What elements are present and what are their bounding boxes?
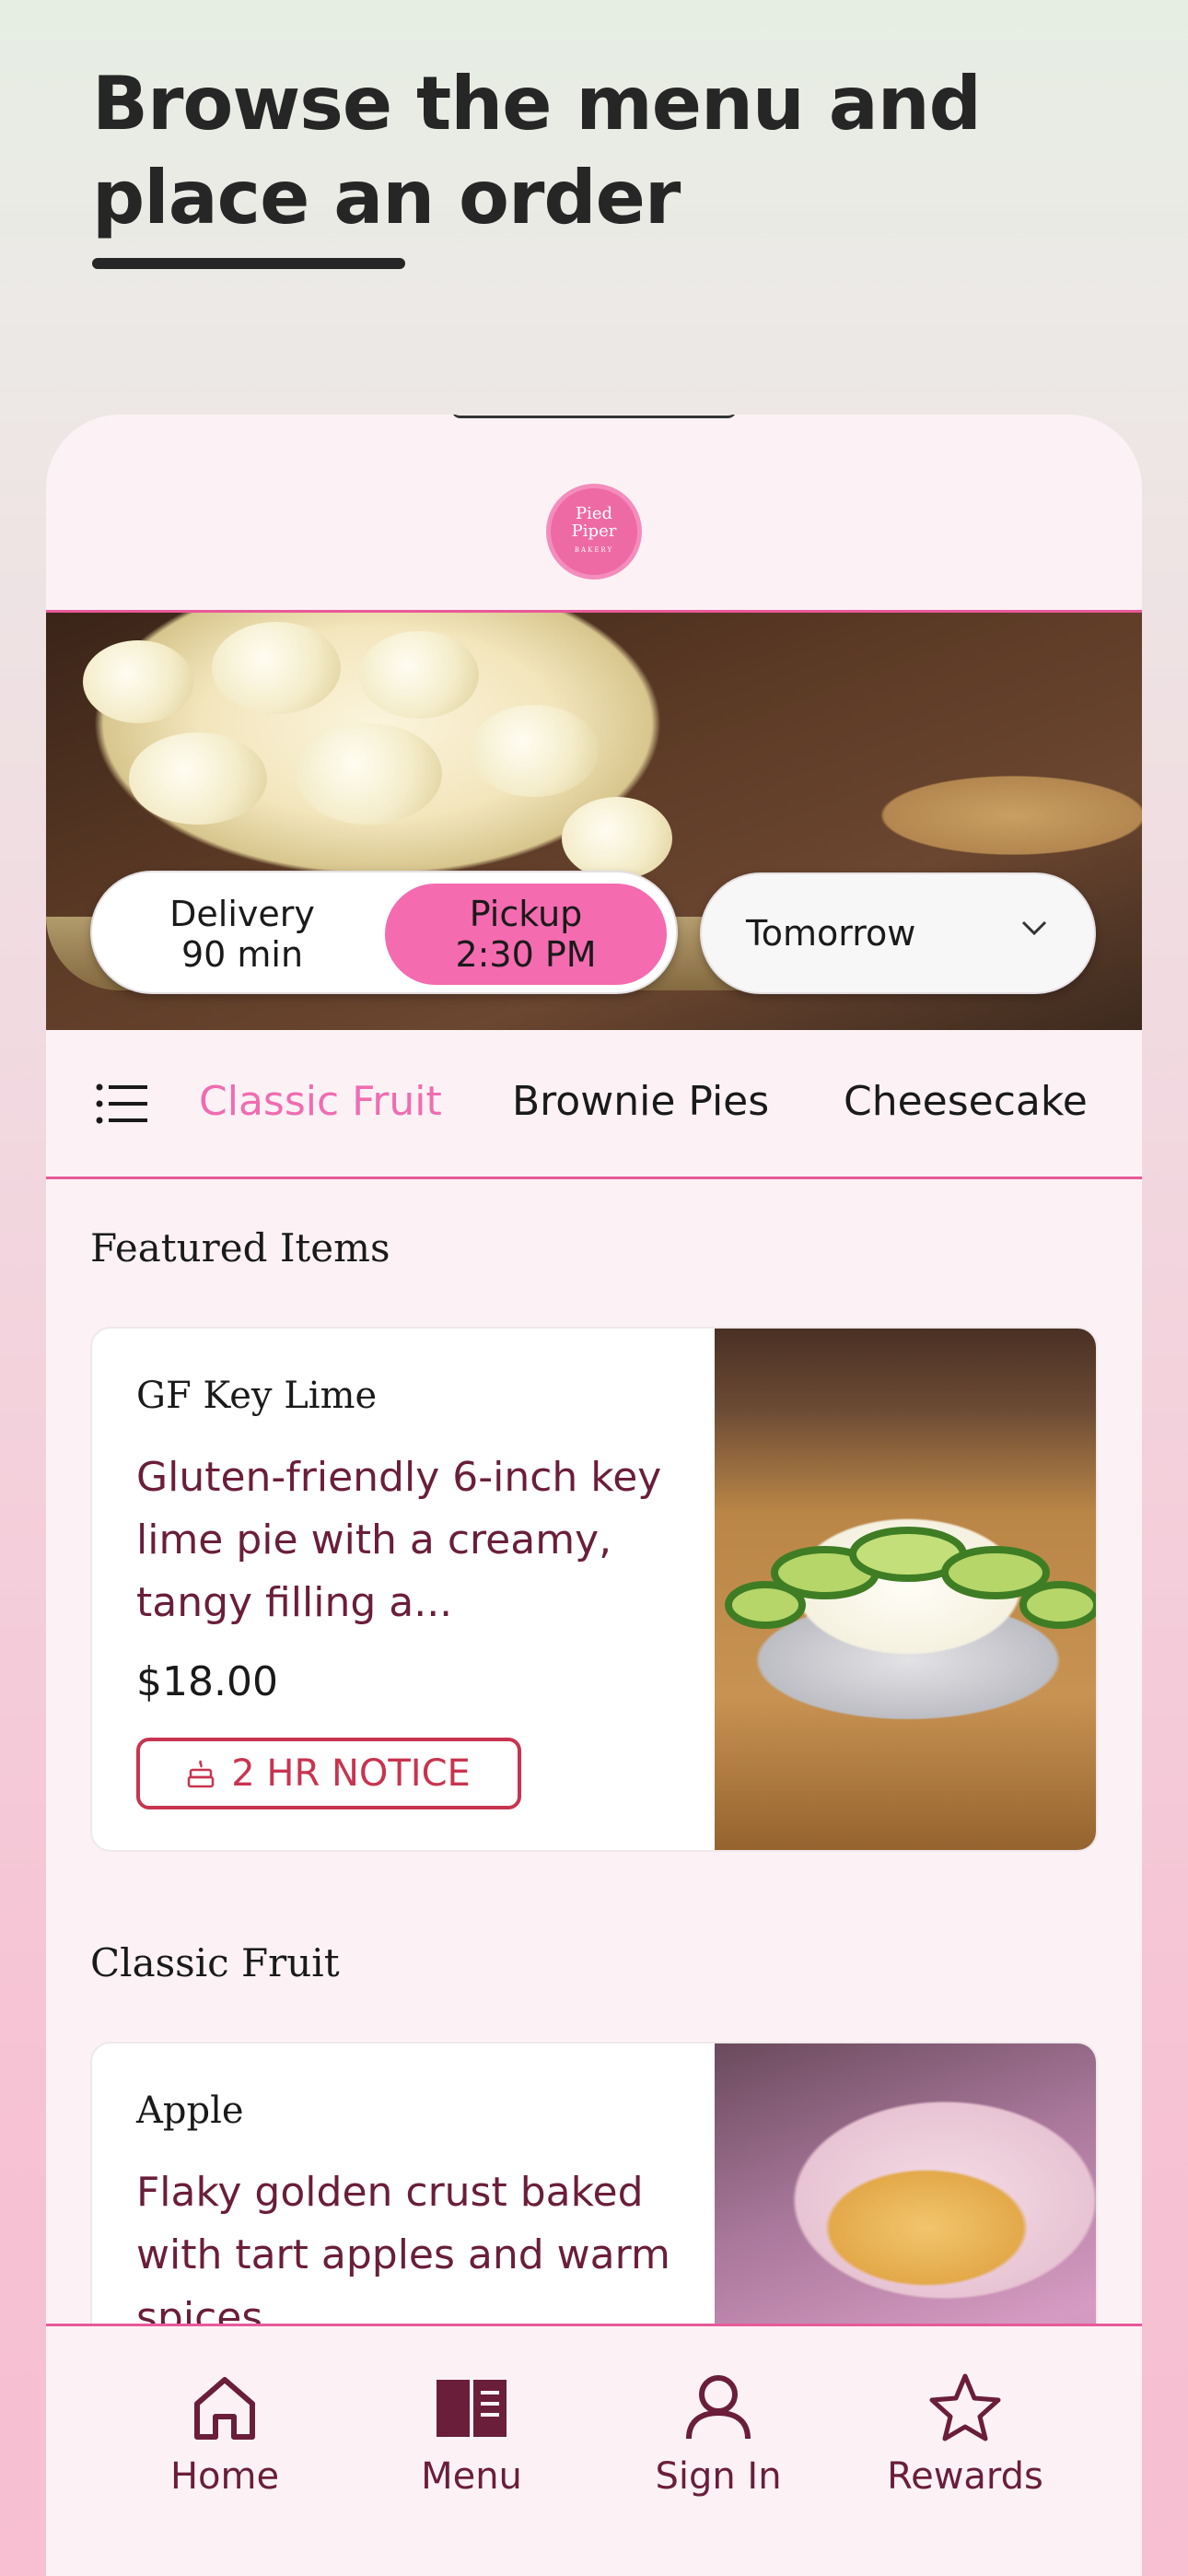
- menu-book-icon: [437, 2380, 507, 2437]
- tab-cheesecake[interactable]: Cheesecake: [844, 1078, 1088, 1125]
- notice-badge-label: 2 HR NOTICE: [231, 1752, 471, 1795]
- logo-text-1: Pied: [575, 503, 613, 523]
- hero-cream-swirl: [359, 631, 479, 719]
- day-select-value: Tomorrow: [746, 913, 916, 954]
- menu-item-card[interactable]: GF Key Lime Gluten-friendly 6-inch key l…: [90, 1327, 1098, 1852]
- featured-section-title: Featured Items: [90, 1225, 390, 1270]
- order-mode-toggle[interactable]: Delivery 90 min Pickup 2:30 PM: [90, 871, 678, 994]
- headline-underline: [92, 258, 405, 269]
- nav-home-label: Home: [169, 2455, 280, 2498]
- pickup-option[interactable]: Pickup 2:30 PM: [385, 884, 667, 985]
- tab-classic-fruit[interactable]: Classic Fruit: [199, 1078, 442, 1125]
- day-select[interactable]: Tomorrow: [700, 872, 1096, 994]
- nav-rewards-label: Rewards: [887, 2455, 1043, 2498]
- classic-fruit-section-title: Classic Fruit: [90, 1940, 340, 1985]
- bakery-logo[interactable]: Pied Piper BAKERY: [551, 488, 637, 575]
- phone-screen: Pied Piper BAKERY Delivery 90 min Pickup…: [46, 415, 1142, 2576]
- cake-icon: [187, 1760, 215, 1788]
- chevron-down-icon: [1021, 920, 1047, 936]
- logo-text-3: BAKERY: [574, 545, 614, 554]
- item-description: Flaky golden crust baked with tart apple…: [136, 2169, 670, 2341]
- pickup-label: Pickup: [469, 894, 583, 934]
- hero-banner: Delivery 90 min Pickup 2:30 PM Tomorrow: [46, 610, 1142, 1030]
- phone-notch: [451, 415, 737, 418]
- pickup-time: 2:30 PM: [455, 934, 597, 975]
- item-name: Apple: [136, 2090, 244, 2132]
- item-price: $18.00: [136, 1658, 278, 1705]
- notice-badge: 2 HR NOTICE: [136, 1738, 521, 1809]
- hero-cream-swirl: [470, 705, 599, 797]
- page-headline: Browse the menu and place an order: [92, 57, 982, 245]
- tab-brownie-pies[interactable]: Brownie Pies: [512, 1078, 769, 1125]
- nav-sign-in[interactable]: Sign In: [608, 2372, 829, 2498]
- star-icon: [929, 2373, 1001, 2441]
- delivery-time: 90 min: [181, 934, 304, 975]
- hero-cream-swirl: [129, 732, 267, 825]
- home-icon: [194, 2377, 255, 2440]
- headline-line-2: place an order: [92, 155, 681, 240]
- delivery-option[interactable]: Delivery 90 min: [101, 884, 383, 985]
- nav-rewards[interactable]: Rewards: [855, 2372, 1076, 2498]
- category-tabs: Classic Fruit Brownie Pies Cheesecake: [46, 1030, 1142, 1179]
- logo-text-2: Piper: [571, 521, 617, 541]
- nav-home[interactable]: Home: [114, 2372, 335, 2498]
- person-icon: [686, 2375, 751, 2440]
- delivery-label: Delivery: [169, 894, 315, 934]
- list-menu-icon[interactable]: [96, 1083, 147, 1124]
- item-name: GF Key Lime: [136, 1375, 378, 1417]
- hero-cream-swirl: [212, 622, 341, 714]
- nav-menu[interactable]: Menu: [361, 2372, 582, 2498]
- nav-sign-in-label: Sign In: [655, 2455, 782, 2498]
- bottom-navigation: Home Menu Sign In Rewards: [46, 2324, 1142, 2576]
- hero-cream-swirl: [562, 797, 672, 880]
- hero-cream-swirl: [83, 640, 193, 723]
- hero-cream-swirl: [295, 723, 442, 825]
- headline-line-1: Browse the menu and: [92, 61, 982, 146]
- key-lime-pie-photo: [715, 1329, 1096, 1850]
- lime-slices-illustration: [725, 1527, 1096, 1629]
- nav-menu-label: Menu: [421, 2455, 522, 2498]
- item-description: Gluten-friendly 6-inch key lime pie with…: [136, 1454, 662, 1626]
